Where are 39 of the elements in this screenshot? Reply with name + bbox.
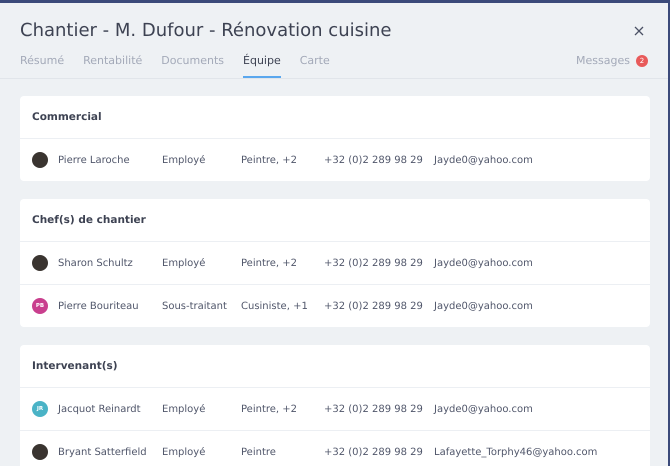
member-trades: Cusiniste, +1 [241, 300, 309, 312]
member-email: Jayde0@yahoo.com [434, 300, 533, 312]
close-button[interactable] [632, 24, 646, 38]
member-email: Jayde0@yahoo.com [434, 154, 533, 166]
member-trades: Peintre, +2 [241, 154, 298, 166]
section-title: Chef(s) de chantier [20, 199, 650, 242]
tab[interactable]: Documents [161, 54, 224, 78]
member-phone: +32 (0)2 289 98 29 [324, 300, 424, 312]
member-email: Jayde0@yahoo.com [434, 258, 533, 268]
member-trades: Peintre [241, 446, 277, 458]
tab[interactable]: Équipe [243, 54, 281, 78]
member-email: Jayde0@yahoo.com [434, 404, 533, 414]
member-name: Pierre Laroche [58, 154, 131, 166]
member-name: Pierre Bouriteau [58, 300, 140, 312]
member-status: Employé [162, 404, 206, 414]
avatar-photo-placeholder [32, 152, 48, 168]
member-phone: +32 (0)2 289 98 29 [324, 446, 424, 458]
member-trades: Peintre, +2 [241, 404, 298, 414]
member-name: Bryant Satterfield [58, 446, 148, 458]
member-email: Lafayette_Torphy46@yahoo.com [434, 446, 598, 458]
tab[interactable]: Carte [300, 54, 330, 78]
section-title: Intervenant(s) [20, 345, 650, 388]
member-phone: +32 (0)2 289 98 29 [324, 154, 424, 166]
member-phone: +32 (0)2 289 98 29 [324, 258, 424, 268]
member-status: Employé [162, 446, 206, 458]
tab[interactable]: Rentabilité [83, 54, 142, 78]
close-icon [634, 26, 644, 36]
member-name: Jacquot Reinardt [58, 404, 142, 414]
window-title: Chantier - M. Dufour - Rénovation cuisine [20, 20, 392, 41]
member-phone: +32 (0)2 289 98 29 [324, 404, 424, 414]
member-name: Sharon Schultz [58, 258, 134, 268]
tab[interactable]: Résumé [20, 54, 64, 78]
member-status: Employé [162, 154, 206, 166]
section-title: Commercial [20, 96, 650, 139]
avatar-photo-placeholder [32, 255, 48, 271]
member-trades: Peintre, +2 [241, 258, 298, 268]
member-status: Sous-traitant [162, 300, 228, 312]
member-status: Employé [162, 258, 206, 268]
avatar-photo-placeholder [32, 444, 48, 460]
